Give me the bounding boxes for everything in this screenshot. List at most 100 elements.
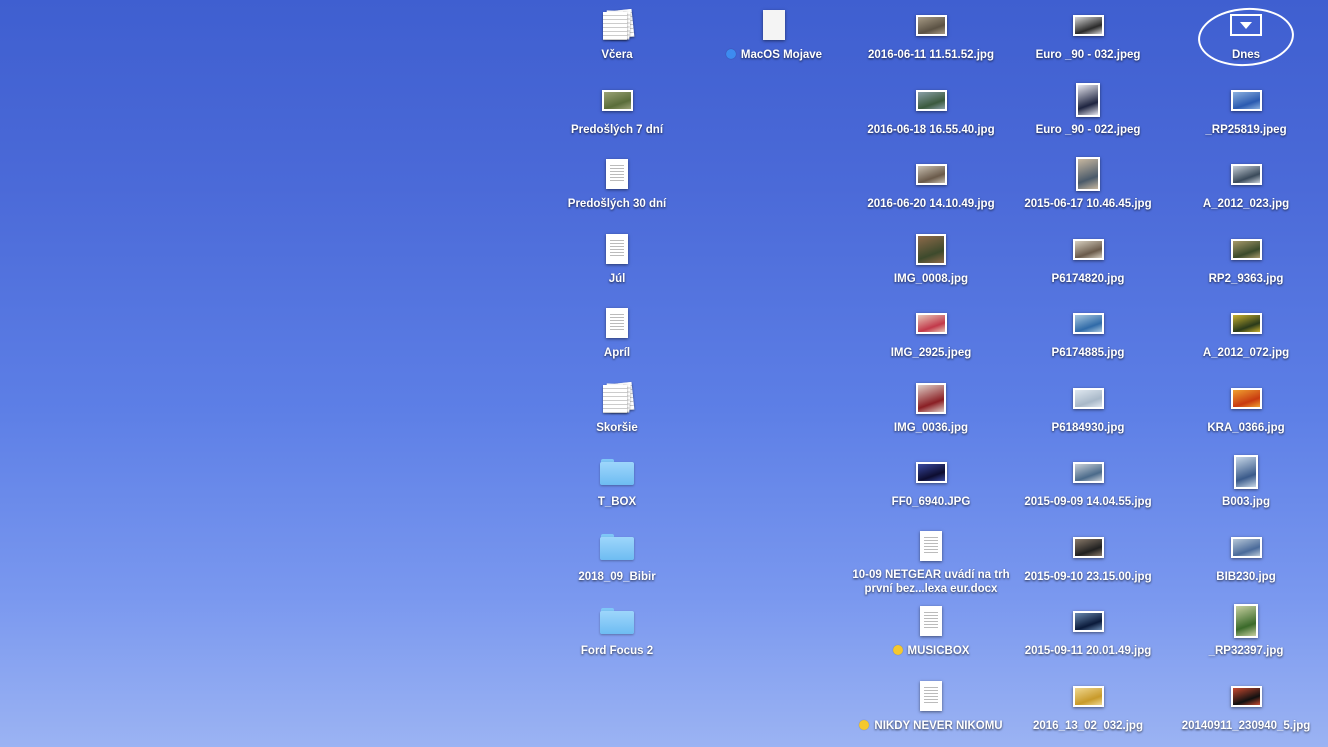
desktop-item[interactable]: Dnes	[1171, 0, 1321, 74]
desktop-item-name: Euro _90 - 022.jpeg	[1035, 124, 1141, 136]
desktop-item-label: 2015-09-10 23.15.00.jpg	[1024, 570, 1151, 584]
desktop-item[interactable]: Predošlých 7 dní	[542, 75, 692, 149]
desktop-item[interactable]: Euro _90 - 032.jpeg	[1013, 0, 1163, 74]
desktop-item[interactable]: MUSICBOX	[856, 596, 1006, 670]
desktop-item-name: T_BOX	[597, 496, 637, 508]
desktop-item-name: A_2012_023.jpg	[1202, 198, 1290, 210]
color-tag-icon	[892, 645, 903, 655]
folder-icon	[597, 528, 637, 566]
image-thumbnail-icon	[1226, 81, 1266, 119]
desktop-item-name: Skoršie	[596, 422, 638, 434]
desktop-item-name: 2015-09-09 14.04.55.jpg	[1024, 496, 1152, 508]
desktop-item[interactable]: 20140911_230940_5.jpg	[1171, 671, 1321, 745]
desktop-item[interactable]: 2015-09-09 14.04.55.jpg	[1013, 447, 1163, 521]
desktop-item[interactable]: _RP25819.jpeg	[1171, 75, 1321, 149]
desktop-item[interactable]: Júl	[542, 224, 692, 298]
desktop-item[interactable]: BIB230.jpg	[1171, 522, 1321, 596]
folder-icon	[597, 453, 637, 491]
image-thumbnail-icon	[1068, 528, 1108, 566]
desktop-item-label: 2015-06-17 10.46.45.jpg	[1024, 197, 1151, 211]
desktop-item-name: 2015-09-10 23.15.00.jpg	[1024, 571, 1152, 583]
docx-icon	[911, 528, 951, 564]
desktop-item-name: 2018_09_Bibir	[578, 571, 656, 583]
image-thumbnail-icon	[1068, 81, 1108, 119]
image-thumbnail-icon	[1068, 230, 1108, 268]
desktop-item[interactable]: FF0_6940.JPG	[856, 447, 1006, 521]
desktop-item[interactable]: IMG_2925.jpeg	[856, 298, 1006, 372]
desktop-item[interactable]: 2016-06-20 14.10.49.jpg	[856, 149, 1006, 223]
desktop-item[interactable]: P6184930.jpg	[1013, 373, 1163, 447]
desktop-item-name: Euro _90 - 032.jpeg	[1035, 49, 1141, 61]
desktop-item-name: 2016-06-18 16.55.40.jpg	[867, 124, 995, 136]
desktop-item-label: Júl	[609, 272, 626, 286]
desktop-item-label: Dnes	[1232, 48, 1260, 62]
folder-icon	[597, 602, 637, 640]
desktop-item-name: Ford Focus 2	[580, 645, 654, 657]
desktop-item[interactable]: Skoršie	[542, 373, 692, 447]
image-thumbnail-icon	[1226, 677, 1266, 715]
desktop-item-label: MUSICBOX	[892, 644, 970, 658]
desktop-item-name: _RP25819.jpeg	[1205, 124, 1287, 136]
image-thumbnail-icon	[1226, 155, 1266, 193]
desktop-item-name: _RP32397.jpg	[1208, 645, 1284, 657]
desktop-item-label: _RP32397.jpg	[1209, 644, 1284, 658]
desktop-item[interactable]: IMG_0036.jpg	[856, 373, 1006, 447]
desktop-item[interactable]: T_BOX	[542, 447, 692, 521]
desktop-item[interactable]: 2015-06-17 10.46.45.jpg	[1013, 149, 1163, 223]
desktop-item[interactable]: 2015-09-10 23.15.00.jpg	[1013, 522, 1163, 596]
desktop-item[interactable]: KRA_0366.jpg	[1171, 373, 1321, 447]
desktop-item-label: B003.jpg	[1222, 495, 1270, 509]
desktop-item-name: RP2_9363.jpg	[1208, 273, 1284, 285]
desktop-item[interactable]: 2016-06-18 16.55.40.jpg	[856, 75, 1006, 149]
desktop-item-label: MacOS Mojave	[725, 48, 822, 62]
stack-download-icon	[1226, 6, 1266, 44]
desktop-item-label: P6174820.jpg	[1052, 272, 1125, 286]
image-thumbnail-icon	[911, 81, 951, 119]
desktop-item-name: B003.jpg	[1222, 496, 1270, 508]
desktop-item[interactable]: Predošlých 30 dní	[542, 149, 692, 223]
desktop-item[interactable]: IMG_0008.jpg	[856, 224, 1006, 298]
image-thumbnail-icon	[1226, 453, 1266, 491]
desktop-item-label: 10-09 NETGEAR uvádí na trh první bez...l…	[851, 568, 1011, 596]
desktop-item[interactable]: P6174885.jpg	[1013, 298, 1163, 372]
desktop-item[interactable]: Euro _90 - 022.jpeg	[1013, 75, 1163, 149]
desktop-item-label: A_2012_072.jpg	[1203, 346, 1289, 360]
desktop-item[interactable]: 10-09 NETGEAR uvádí na trh první bez...l…	[852, 522, 1010, 596]
image-thumbnail-icon	[1068, 602, 1108, 640]
desktop-item[interactable]: 2016-06-11 11.51.52.jpg	[856, 0, 1006, 74]
desktop-item-name: IMG_0036.jpg	[893, 422, 969, 434]
desktop-item[interactable]: Ford Focus 2	[542, 596, 692, 670]
image-thumbnail-icon	[911, 304, 951, 342]
desktop-item-label: IMG_0008.jpg	[894, 272, 968, 286]
desktop-item[interactable]: Včera	[542, 0, 692, 74]
desktop-item[interactable]: _RP32397.jpg	[1171, 596, 1321, 670]
image-thumbnail-icon	[1068, 379, 1108, 417]
image-thumbnail-icon	[1226, 304, 1266, 342]
desktop-item-label: Včera	[601, 48, 632, 62]
desktop-item[interactable]: NIKDY NEVER NIKOMU	[856, 671, 1006, 745]
desktop-item[interactable]: RP2_9363.jpg	[1171, 224, 1321, 298]
document-icon	[597, 155, 637, 193]
desktop-item[interactable]: A_2012_023.jpg	[1171, 149, 1321, 223]
desktop-item-name: NIKDY NEVER NIKOMU	[874, 720, 1003, 732]
desktop-item-label: 20140911_230940_5.jpg	[1182, 719, 1311, 733]
image-thumbnail-icon	[1226, 602, 1266, 640]
desktop-item-name: Predošlých 7 dní	[570, 124, 664, 136]
desktop-item-label: Euro _90 - 032.jpeg	[1036, 48, 1141, 62]
desktop-item-label: Euro _90 - 022.jpeg	[1036, 123, 1141, 137]
desktop-item[interactable]: Apríl	[542, 298, 692, 372]
desktop-item-label: 2015-09-09 14.04.55.jpg	[1024, 495, 1151, 509]
desktop-item[interactable]: 2015-09-11 20.01.49.jpg	[1013, 596, 1163, 670]
desktop-item[interactable]: 2016_13_02_032.jpg	[1013, 671, 1163, 745]
color-tag-icon	[725, 49, 736, 59]
desktop-item-name: MUSICBOX	[907, 645, 970, 657]
desktop-item-name: 20140911_230940_5.jpg	[1181, 720, 1311, 732]
desktop-item-name: KRA_0366.jpg	[1207, 422, 1285, 434]
desktop-item[interactable]: P6174820.jpg	[1013, 224, 1163, 298]
desktop-item[interactable]: B003.jpg	[1171, 447, 1321, 521]
desktop-item[interactable]: MacOS Mojave	[699, 0, 849, 74]
desktop-item[interactable]: A_2012_072.jpg	[1171, 298, 1321, 372]
desktop-item[interactable]: 2018_09_Bibir	[542, 522, 692, 596]
document-icon	[597, 230, 637, 268]
desktop-item-label: 2015-09-11 20.01.49.jpg	[1025, 644, 1152, 658]
